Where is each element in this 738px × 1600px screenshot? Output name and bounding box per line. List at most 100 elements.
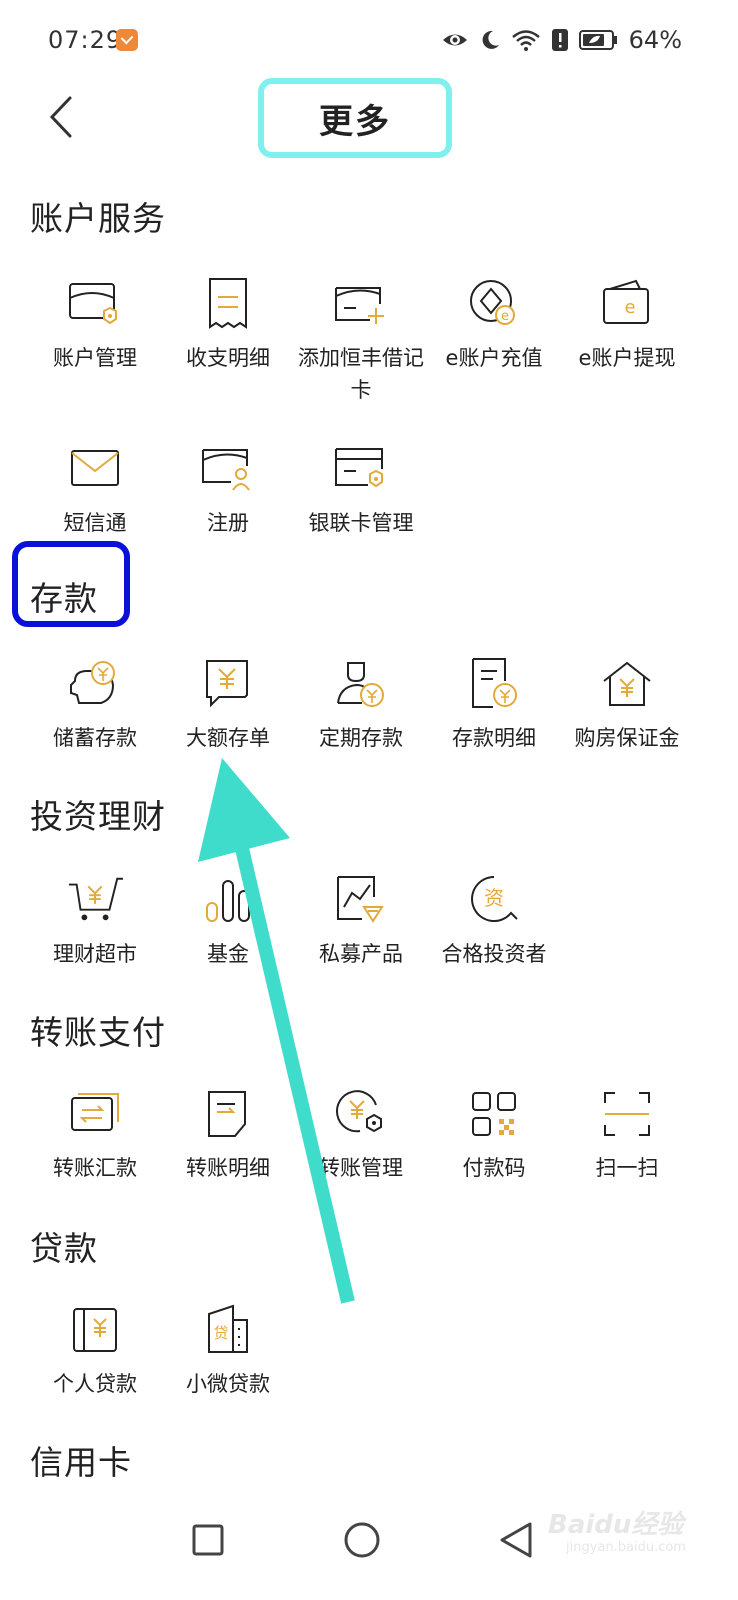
grid-item-label: 付款码 <box>462 1156 526 1180</box>
receipt-icon <box>200 276 256 332</box>
grid-item-income-expense[interactable]: 收支明细 <box>161 276 295 374</box>
grid-item-label: 私募产品 <box>319 942 403 966</box>
grid-item-large-deposit-certificate[interactable]: 大额存单 <box>161 656 295 754</box>
card-add-icon <box>333 276 389 332</box>
grid-item-e-account-withdraw[interactable]: e e账户提现 <box>560 276 694 374</box>
piggy-bank-icon <box>67 656 123 712</box>
back-triangle-icon <box>500 1522 532 1558</box>
grid-item-payment-code[interactable]: 付款码 <box>427 1086 561 1184</box>
watermark-sub: jingyan.baidu.com <box>566 1540 686 1555</box>
grid-item-account-management[interactable]: 账户管理 <box>28 276 162 374</box>
transfer-card-icon <box>67 1086 123 1142</box>
grid-item-unionpay-card[interactable]: 银联卡管理 <box>294 441 428 539</box>
grid-item-qualified-investor[interactable]: 资 合格投资者 <box>427 872 561 970</box>
house-yuan-icon <box>599 656 655 712</box>
eye-icon <box>442 34 467 46</box>
e-coin-icon: e <box>466 276 522 332</box>
certificate-yuan-icon <box>200 656 256 712</box>
grid-item-private-fund[interactable]: 私募产品 <box>294 872 428 970</box>
grid-item-label: 合格投资者 <box>441 942 547 966</box>
grid-item-label: 短信通 <box>63 511 127 535</box>
app-badge-icon <box>116 29 138 51</box>
battery-percent: 64% <box>628 26 682 54</box>
status-time: 07:29 <box>48 26 123 54</box>
grid-item-label: 转账汇款 <box>53 1156 137 1180</box>
section-title-account: 账户服务 <box>30 199 166 238</box>
back-button[interactable] <box>40 92 84 142</box>
grid-item-transfer-details[interactable]: 转账明细 <box>161 1086 295 1184</box>
grid-item-label: 存款明细 <box>452 726 536 750</box>
svg-text:贷: 贷 <box>213 1324 228 1342</box>
grid-item-sms[interactable]: 短信通 <box>28 441 162 539</box>
section-title-deposit: 存款 <box>30 579 98 618</box>
grid-item-label: 理财超市 <box>53 942 137 966</box>
e-wallet-icon: e <box>599 276 655 332</box>
grid-item-home-deposit[interactable]: 购房保证金 <box>560 656 694 754</box>
grid-item-label: 基金 <box>207 942 249 966</box>
grid-item-label: e账户提现 <box>578 346 676 370</box>
grid-item-label: 小微贷款 <box>186 1372 270 1396</box>
title-highlight-box: 更多 <box>258 78 452 158</box>
grid-item-label: 个人贷款 <box>53 1372 137 1396</box>
grid-item-personal-loan[interactable]: 个人贷款 <box>28 1302 162 1400</box>
person-yuan-icon <box>333 656 389 712</box>
transfer-doc-icon <box>200 1086 256 1142</box>
baidu-watermark: Baidu经验 jingyan.baidu.com <box>548 1500 698 1560</box>
scan-icon <box>599 1086 655 1142</box>
cart-yuan-icon <box>67 872 123 928</box>
envelope-icon <box>67 441 123 497</box>
status-icons: 64% <box>441 26 682 54</box>
transfer-settings-icon <box>333 1086 389 1142</box>
qr-code-icon <box>466 1086 522 1142</box>
grid-item-small-business-loan[interactable]: 贷 小微贷款 <box>161 1302 295 1400</box>
doc-yuan-icon <box>466 656 522 712</box>
grid-item-label: 购房保证金 <box>574 726 680 750</box>
grid-item-label: 定期存款 <box>319 726 403 750</box>
recents-button[interactable] <box>178 1510 238 1570</box>
grid-item-label: 储蓄存款 <box>53 726 137 750</box>
grid-item-label: 转账明细 <box>186 1156 270 1180</box>
grid-item-register[interactable]: 注册 <box>161 441 295 539</box>
svg-text:e: e <box>501 309 509 324</box>
grid-item-fixed-deposit[interactable]: 定期存款 <box>294 656 428 754</box>
grid-item-wealth-market[interactable]: 理财超市 <box>28 872 162 970</box>
home-circle-icon <box>344 1522 380 1558</box>
section-title-credit-card: 信用卡 <box>30 1443 132 1482</box>
watermark-text: Baidu经验 <box>548 1510 684 1540</box>
nav-back-button[interactable] <box>486 1510 546 1570</box>
unionpay-card-icon <box>333 441 389 497</box>
grid-item-transfer-management[interactable]: 转账管理 <box>294 1086 428 1184</box>
trend-chart-icon <box>333 872 389 928</box>
bar-chart-icon <box>200 872 256 928</box>
svg-text:e: e <box>624 297 635 318</box>
home-button[interactable] <box>332 1510 392 1570</box>
grid-item-savings-deposit[interactable]: 储蓄存款 <box>28 656 162 754</box>
alert-icon <box>551 29 568 51</box>
card-user-icon <box>200 441 256 497</box>
section-title-loan: 贷款 <box>30 1229 98 1268</box>
grid-item-e-account-recharge[interactable]: e e账户充值 <box>427 276 561 374</box>
recents-square-icon <box>192 1524 224 1556</box>
grid-item-fund[interactable]: 基金 <box>161 872 295 970</box>
grid-item-add-debit-card[interactable]: 添加恒丰借记卡 <box>294 276 428 406</box>
grid-item-scan[interactable]: 扫一扫 <box>560 1086 694 1184</box>
grid-item-transfer-remit[interactable]: 转账汇款 <box>28 1086 162 1184</box>
svg-text:资: 资 <box>484 886 504 910</box>
business-loan-icon: 贷 <box>200 1302 256 1358</box>
section-title-invest: 投资理财 <box>30 797 166 836</box>
wifi-icon <box>511 30 540 51</box>
grid-item-deposit-details[interactable]: 存款明细 <box>427 656 561 754</box>
grid-item-label: 收支明细 <box>186 346 270 370</box>
grid-item-label: 银联卡管理 <box>308 511 414 535</box>
grid-item-label: 转账管理 <box>319 1156 403 1180</box>
grid-item-label: 账户管理 <box>53 346 137 370</box>
page-title: 更多 <box>319 101 391 142</box>
grid-item-label: 大额存单 <box>186 726 270 750</box>
grid-item-label: 注册 <box>207 511 249 535</box>
battery-icon <box>578 30 617 50</box>
grid-item-label: 添加恒丰借记卡 <box>298 346 424 402</box>
status-bar: 07:29 64% <box>0 0 738 80</box>
chevron-left-icon <box>49 96 72 138</box>
card-shield-icon <box>67 276 123 332</box>
moon-icon <box>482 30 499 49</box>
